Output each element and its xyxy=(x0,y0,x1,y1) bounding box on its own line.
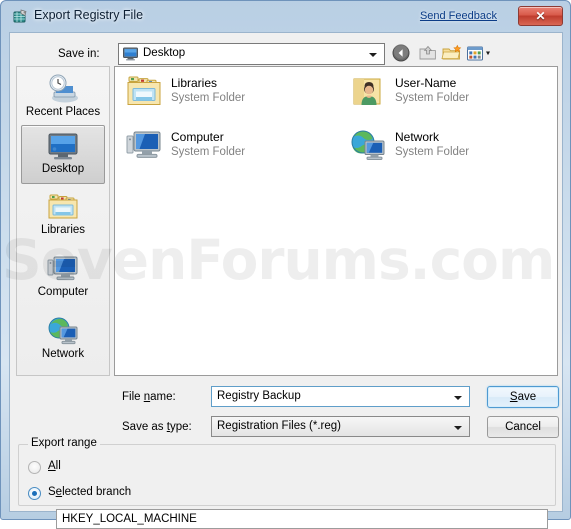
file-list-item[interactable]: Network System Folder xyxy=(345,125,545,173)
computer-monitor-icon xyxy=(46,254,80,285)
place-item-label: Computer xyxy=(37,286,89,298)
export-registry-file-dialog: Export Registry File Send Feedback ✕ Sav… xyxy=(0,0,571,529)
save-as-type-dropdown[interactable]: Registration Files (*.reg) xyxy=(211,416,470,437)
file-name-value: Registry Backup xyxy=(217,390,301,402)
back-button[interactable] xyxy=(390,42,414,65)
radio-label: All xyxy=(48,460,61,472)
recent-places-icon xyxy=(46,74,80,105)
save-button[interactable]: Save xyxy=(487,386,559,408)
file-item-type: System Folder xyxy=(171,92,246,104)
dialog-body: Save in: Desktop Recent Places Desktop L… xyxy=(9,32,564,529)
libraries-folder-icon xyxy=(46,192,80,223)
export-range-legend: Export range xyxy=(28,437,100,449)
registry-editor-icon xyxy=(12,8,29,25)
desktop-monitor-icon xyxy=(123,47,138,61)
radio-button-icon[interactable] xyxy=(28,487,41,500)
computer-monitor-icon xyxy=(125,129,163,163)
file-name-label: File name: xyxy=(122,391,176,403)
chevron-down-icon xyxy=(369,53,377,57)
file-item-type: System Folder xyxy=(395,92,470,104)
file-list[interactable]: Libraries System Folder User-Name System… xyxy=(114,66,558,376)
selected-branch-input[interactable]: HKEY_LOCAL_MACHINE xyxy=(56,509,548,529)
radio-label: Selected branch xyxy=(48,486,132,498)
file-item-name: Network xyxy=(395,130,440,144)
save-in-row: Save in: Desktop xyxy=(10,38,564,68)
title-bar: Export Registry File Send Feedback ✕ xyxy=(1,1,571,32)
file-item-type: System Folder xyxy=(171,146,246,158)
new-folder-button[interactable] xyxy=(441,42,465,65)
window-title: Export Registry File xyxy=(34,8,144,22)
place-item-label: Desktop xyxy=(41,163,85,175)
up-one-level-button[interactable] xyxy=(417,42,441,65)
save-as-type-label: Save as type: xyxy=(122,421,192,433)
file-item-name: Computer xyxy=(171,130,224,144)
views-button[interactable] xyxy=(465,42,497,65)
cancel-button[interactable]: Cancel xyxy=(487,416,559,438)
place-item-label: Recent Places xyxy=(25,106,101,118)
libraries-folder-icon xyxy=(125,75,163,109)
file-name-input[interactable]: Registry Backup xyxy=(211,386,470,407)
place-item-label: Libraries xyxy=(40,224,86,236)
save-as-type-value: Registration Files (*.reg) xyxy=(217,420,341,432)
desktop-monitor-icon xyxy=(46,131,80,162)
save-in-label: Save in: xyxy=(58,48,100,60)
user-folder-icon xyxy=(349,75,387,109)
place-item-computer[interactable]: Computer xyxy=(21,249,105,308)
send-feedback-link[interactable]: Send Feedback xyxy=(420,10,497,22)
radio-button-icon[interactable] xyxy=(28,461,41,474)
place-item-network[interactable]: Network xyxy=(21,311,105,370)
file-item-name: User-Name xyxy=(395,76,457,90)
place-item-recent-places[interactable]: Recent Places xyxy=(21,69,105,128)
selected-branch-value: HKEY_LOCAL_MACHINE xyxy=(62,513,197,525)
close-button[interactable]: ✕ xyxy=(518,6,563,26)
file-list-item[interactable]: Computer System Folder xyxy=(121,125,321,173)
chevron-down-icon[interactable] xyxy=(454,396,462,400)
close-icon: ✕ xyxy=(535,9,546,23)
place-item-desktop[interactable]: Desktop xyxy=(21,125,105,184)
places-bar: Recent Places Desktop Libraries Computer… xyxy=(16,66,110,376)
file-list-item[interactable]: Libraries System Folder xyxy=(121,71,321,119)
save-in-value: Desktop xyxy=(143,47,186,59)
network-globe-icon xyxy=(349,129,387,163)
place-item-libraries[interactable]: Libraries xyxy=(21,187,105,246)
file-item-type: System Folder xyxy=(395,146,470,158)
place-item-label: Network xyxy=(41,348,85,360)
network-globe-icon xyxy=(46,316,80,347)
chevron-down-icon xyxy=(454,426,462,430)
file-list-item[interactable]: User-Name System Folder xyxy=(345,71,545,119)
save-in-dropdown[interactable]: Desktop xyxy=(118,43,385,65)
file-item-name: Libraries xyxy=(171,76,218,90)
